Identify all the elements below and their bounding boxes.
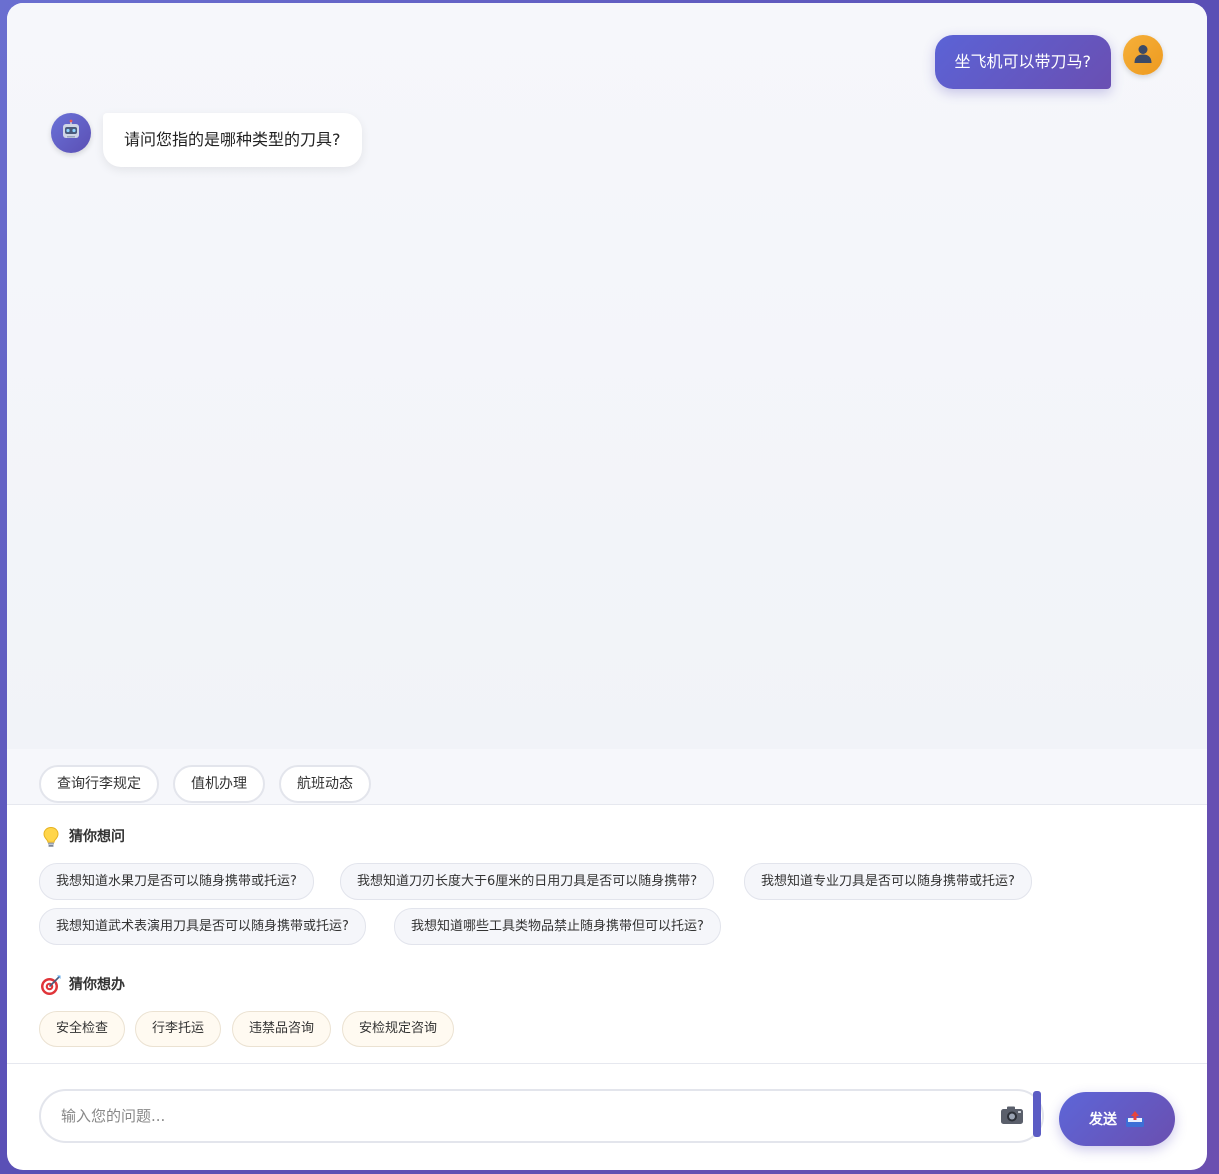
guess-actions-title: 猜你想办: [39, 973, 125, 997]
guess-actions-title-text: 猜你想办: [69, 977, 125, 993]
suggested-question[interactable]: 我想知道专业刀具是否可以随身携带或托运?: [744, 863, 1032, 900]
suggested-action-security-check[interactable]: 安全检查: [39, 1011, 126, 1047]
target-icon: [39, 974, 63, 996]
user-icon: [1132, 42, 1154, 68]
quick-action-check-in[interactable]: 值机办理: [173, 765, 265, 803]
message-input-container: [39, 1089, 1044, 1143]
suggested-question[interactable]: 我想知道水果刀是否可以随身携带或托运?: [39, 863, 314, 900]
user-message-bubble: 坐飞机可以带刀马?: [934, 35, 1111, 89]
message-input[interactable]: [61, 1091, 981, 1141]
suggested-question[interactable]: 我想知道哪些工具类物品禁止随身携带但可以托运?: [394, 908, 721, 945]
text-cursor-indicator: [1033, 1091, 1041, 1137]
suggested-question[interactable]: 我想知道武术表演用刀具是否可以随身携带或托运?: [39, 908, 366, 945]
guess-questions-title-text: 猜你想问: [69, 829, 125, 845]
send-icon: [1125, 1110, 1145, 1128]
quick-actions-bar: 查询行李规定 值机办理 航班动态: [7, 749, 1207, 805]
quick-action-baggage-rules[interactable]: 查询行李规定: [39, 765, 159, 803]
guess-questions-title: 猜你想问: [39, 825, 125, 849]
send-button-label: 发送: [1089, 1112, 1117, 1128]
message-list[interactable]: 坐飞机可以带刀马? 请问您指的是哪种类型的刀具?: [7, 3, 1207, 749]
bot-message-bubble: 请问您指的是哪种类型的刀具?: [103, 113, 362, 167]
send-button[interactable]: 发送: [1059, 1092, 1175, 1146]
robot-icon: [59, 119, 83, 147]
lightbulb-icon: [39, 826, 63, 848]
quick-action-flight-status[interactable]: 航班动态: [279, 765, 371, 803]
suggested-action-security-rules[interactable]: 安检规定咨询: [342, 1011, 455, 1047]
chat-window: 坐飞机可以带刀马? 请问您指的是哪种类型的刀具? 查询行李规定 值机办理 航班动…: [7, 3, 1207, 1170]
suggested-action-prohibited-items[interactable]: 违禁品咨询: [232, 1011, 332, 1047]
camera-icon[interactable]: [1000, 1105, 1024, 1125]
bot-avatar: [51, 113, 91, 153]
suggested-question[interactable]: 我想知道刀刃长度大于6厘米的日用刀具是否可以随身携带?: [340, 863, 715, 900]
input-divider: [7, 1063, 1207, 1064]
user-avatar: [1123, 35, 1163, 75]
suggested-action-baggage-checkin[interactable]: 行李托运: [135, 1011, 222, 1047]
